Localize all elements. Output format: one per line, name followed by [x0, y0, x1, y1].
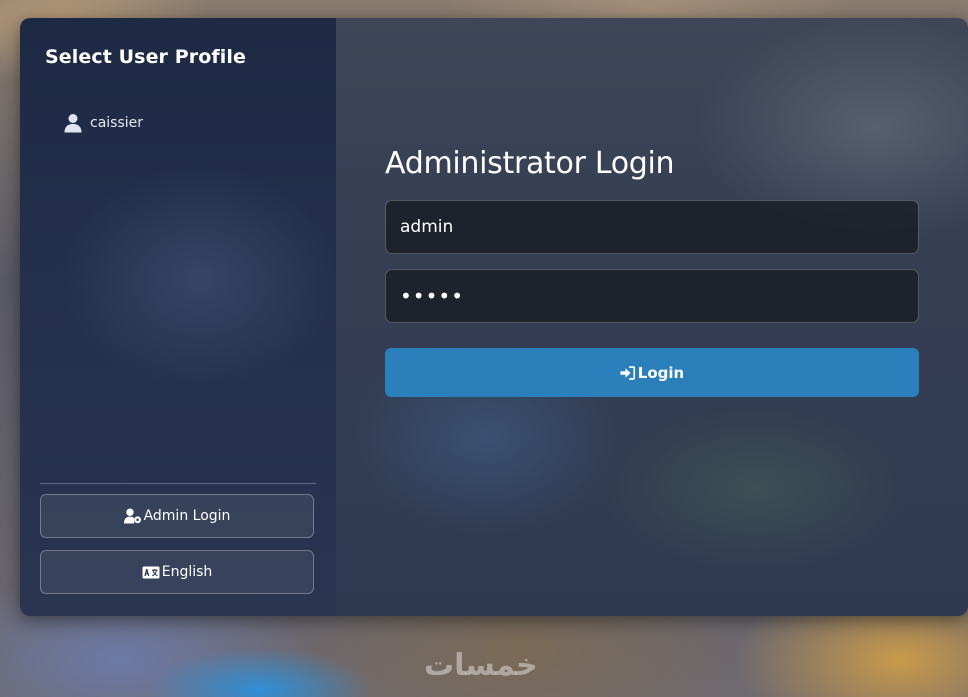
- login-title: Administrator Login: [385, 146, 675, 181]
- watermark-logo: خمسات: [424, 648, 538, 683]
- sign-in-icon: [620, 365, 635, 380]
- language-button[interactable]: English: [40, 550, 314, 594]
- username-input[interactable]: [385, 200, 919, 254]
- password-input[interactable]: [385, 269, 919, 323]
- login-button-label: Login: [637, 363, 685, 382]
- language-icon: [142, 566, 160, 579]
- profile-label: caissier: [90, 115, 144, 131]
- profile-item-caissier[interactable]: caissier: [64, 111, 143, 135]
- user-icon: [64, 113, 82, 133]
- profile-sidebar: Select User Profile caissier Admin Login…: [20, 18, 336, 616]
- sidebar-divider: [40, 483, 316, 484]
- login-button[interactable]: Login: [385, 348, 919, 397]
- login-panel: Administrator Login Login: [336, 18, 968, 616]
- sidebar-title: Select User Profile: [45, 46, 246, 68]
- login-card: Select User Profile caissier Admin Login…: [20, 18, 968, 616]
- admin-login-label: Admin Login: [143, 508, 231, 524]
- admin-login-button[interactable]: Admin Login: [40, 494, 314, 538]
- user-gear-icon: [123, 508, 142, 524]
- language-label: English: [161, 564, 213, 580]
